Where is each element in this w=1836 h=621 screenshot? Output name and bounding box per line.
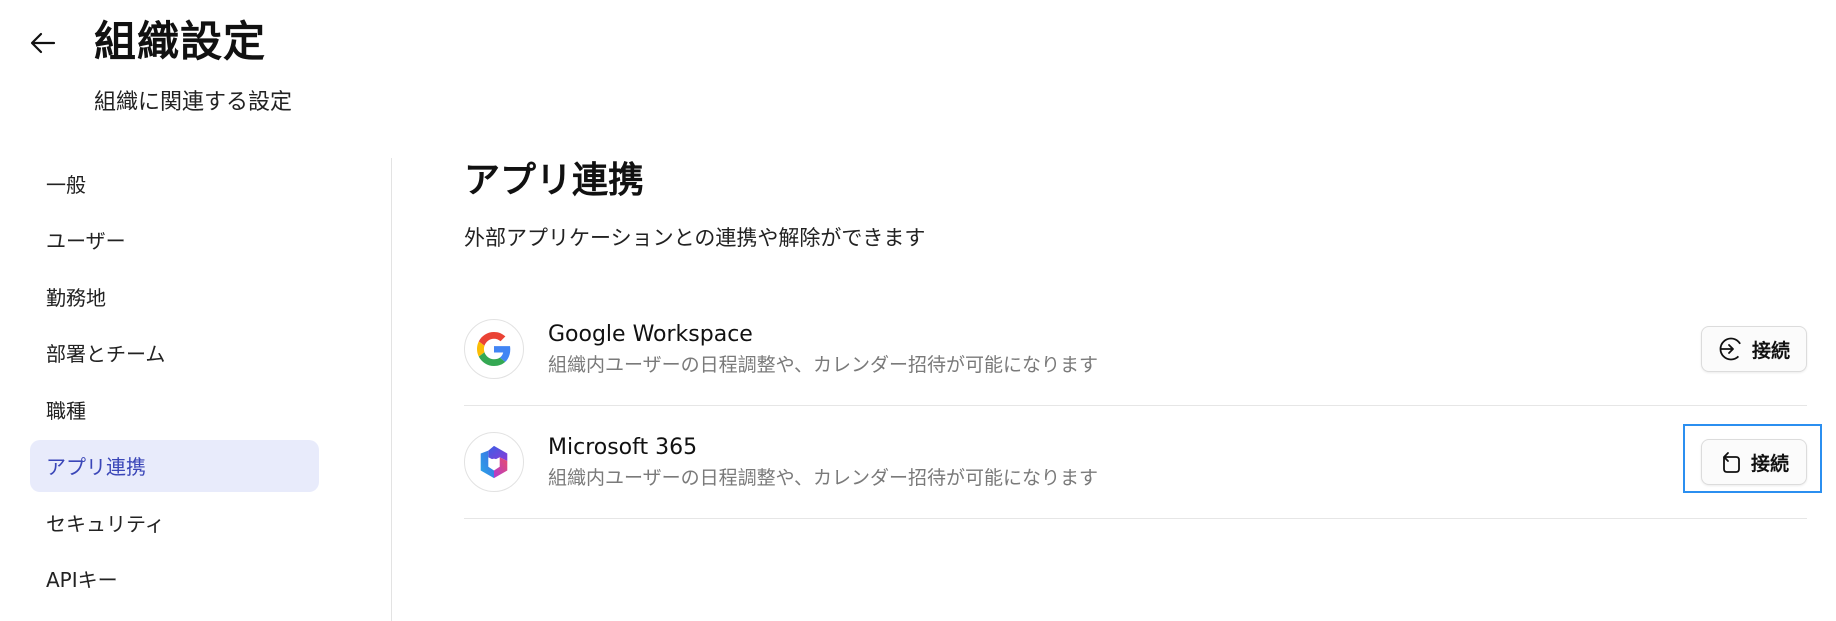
app-name: Google Workspace: [548, 321, 753, 347]
sidebar-item-job-types[interactable]: 職種: [30, 383, 319, 435]
page-title: 組織設定: [94, 17, 267, 66]
section-title: アプリ連携: [464, 160, 645, 201]
app-row-google-workspace: Google Workspace 組織内ユーザーの日程調整や、カレンダー招待が可…: [464, 293, 1807, 406]
app-row-microsoft-365: Microsoft 365 組織内ユーザーの日程調整や、カレンダー招待が可能にな…: [464, 406, 1807, 519]
back-button[interactable]: [26, 26, 60, 60]
sidebar-item-security[interactable]: セキュリティ: [30, 496, 319, 548]
sidebar-item-label: 部署とチーム: [46, 342, 166, 366]
google-connect-button[interactable]: 接続: [1701, 326, 1807, 372]
app-description: 組織内ユーザーの日程調整や、カレンダー招待が可能になります: [548, 466, 1099, 489]
sidebar-item-api-keys[interactable]: APIキー: [30, 553, 319, 605]
rotate-arrow-icon: [1719, 450, 1743, 474]
sidebar-item-users[interactable]: ユーザー: [30, 214, 319, 266]
sidebar-item-app-integrations[interactable]: アプリ連携: [30, 439, 319, 492]
app-description: 組織内ユーザーの日程調整や、カレンダー招待が可能になります: [548, 353, 1099, 376]
google-logo-icon: [464, 319, 524, 379]
sidebar-item-label: 職種: [46, 398, 86, 423]
section-description: 外部アプリケーションとの連携や解除ができます: [464, 226, 926, 250]
microsoft-connect-button[interactable]: 接続: [1701, 439, 1807, 485]
sidebar-item-label: ユーザー: [46, 229, 126, 253]
arrow-left-icon: [30, 32, 56, 54]
sidebar-item-general[interactable]: 一般: [30, 157, 319, 209]
sidebar-item-label: APIキー: [46, 568, 118, 592]
settings-page: 組織設定 組織に関連する設定 一般 ユーザー 勤務地 部署とチーム 職種 アプリ…: [0, 0, 1836, 621]
sidebar: 一般 ユーザー 勤務地 部署とチーム 職種 アプリ連携 セキュリティ APIキー: [30, 157, 319, 609]
sidebar-divider: [391, 158, 392, 621]
login-arrow-icon: [1718, 336, 1744, 362]
sidebar-item-departments-teams[interactable]: 部署とチーム: [30, 327, 319, 379]
sidebar-item-label: セキュリティ: [46, 511, 165, 536]
connect-button-label: 接続: [1750, 452, 1789, 475]
sidebar-item-work-locations[interactable]: 勤務地: [30, 270, 319, 322]
app-list: Google Workspace 組織内ユーザーの日程調整や、カレンダー招待が可…: [464, 293, 1807, 519]
sidebar-item-label: 勤務地: [46, 285, 106, 310]
sidebar-item-label: 一般: [46, 172, 86, 197]
page-subtitle: 組織に関連する設定: [94, 90, 293, 115]
connect-button-label: 接続: [1751, 339, 1790, 362]
microsoft-365-logo-icon: [464, 432, 524, 492]
sidebar-item-label: アプリ連携: [46, 455, 146, 479]
app-name: Microsoft 365: [548, 434, 698, 460]
main-content: アプリ連携 外部アプリケーションとの連携や解除ができます Google Work…: [464, 157, 1807, 519]
